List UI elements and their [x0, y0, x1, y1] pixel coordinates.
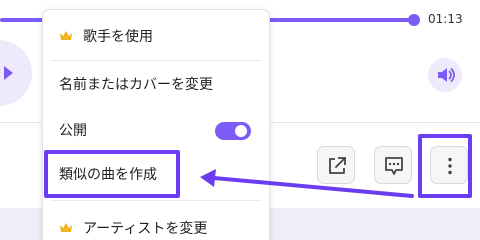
player-screen: 01:13 歌手を使用 名前またはカバーを変更 公開 類似の曲を作成 アーティス… — [0, 0, 480, 240]
annotation-arrow — [200, 169, 414, 198]
